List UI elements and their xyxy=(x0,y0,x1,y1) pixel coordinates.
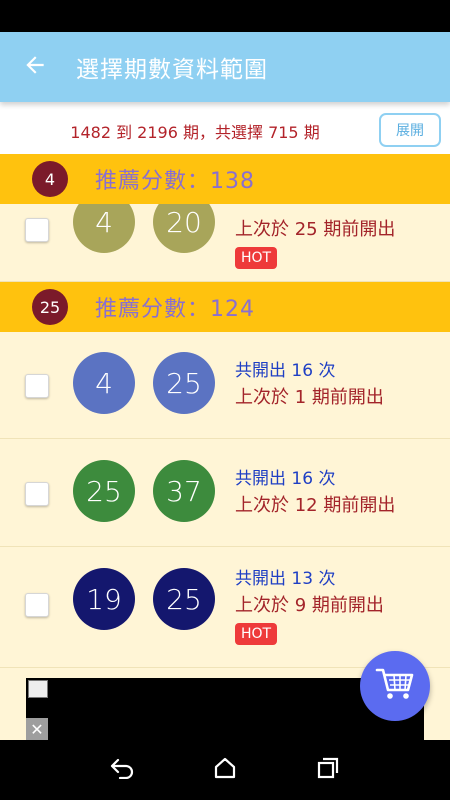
last-drawn-text: 上次於 1 期前開出 xyxy=(235,387,384,408)
number-ball: 4 xyxy=(73,352,135,414)
nav-recents-button[interactable] xyxy=(308,750,348,790)
total-drawn-text: 共開出 16 次 xyxy=(235,361,336,381)
last-drawn-text: 上次於 25 期前開出 xyxy=(235,219,396,240)
group-score: 推薦分數：138 xyxy=(95,169,255,194)
nav-home-icon xyxy=(213,757,237,783)
arrow-left-icon xyxy=(22,52,48,82)
last-drawn-text: 上次於 12 期前開出 xyxy=(235,495,396,516)
group-badge: 4 xyxy=(32,161,68,197)
draw-info: 上次於 25 期前開出 HOT xyxy=(235,216,395,269)
hot-badge: HOT xyxy=(235,247,278,269)
expand-button[interactable]: 展開 xyxy=(379,113,441,147)
list-item[interactable]: 19 25 共開出 13 次 上次於 9 期前開出 HOT xyxy=(0,548,450,668)
nav-home-button[interactable] xyxy=(205,750,245,790)
total-drawn-text: 共開出 16 次 xyxy=(235,469,336,489)
select-checkbox[interactable] xyxy=(25,593,49,617)
number-ball: 37 xyxy=(153,460,215,522)
group-badge: 25 xyxy=(32,289,68,325)
draw-info: 共開出 16 次 上次於 1 期前開出 xyxy=(235,358,384,412)
group-header: 25 推薦分數：124 xyxy=(0,282,450,332)
draw-info: 共開出 16 次 上次於 12 期前開出 xyxy=(235,466,395,520)
group-score: 推薦分數：124 xyxy=(95,297,255,322)
range-summary: 1482 到 2196 期，共選擇 715 期 xyxy=(70,123,320,142)
list-item[interactable]: 4 25 共開出 16 次 上次於 1 期前開出 xyxy=(0,332,450,439)
shopping-cart-icon xyxy=(375,666,415,706)
status-bar xyxy=(0,0,450,32)
number-ball: 25 xyxy=(153,352,215,414)
total-drawn-text: 共開出 13 次 xyxy=(235,569,336,589)
cart-button[interactable] xyxy=(360,651,430,721)
select-checkbox[interactable] xyxy=(25,218,49,242)
app-bar: 選擇期數資料範圍 xyxy=(0,32,450,102)
back-button[interactable] xyxy=(0,32,70,102)
number-ball: 25 xyxy=(73,460,135,522)
last-drawn-text: 上次於 9 期前開出 xyxy=(235,595,384,616)
ad-close-button[interactable]: ✕ xyxy=(26,718,48,740)
list-item[interactable]: 25 37 共開出 16 次 上次於 12 期前開出 xyxy=(0,440,450,547)
number-ball: 25 xyxy=(153,568,215,630)
nav-back-icon xyxy=(109,757,135,783)
range-bar: 1482 到 2196 期，共選擇 715 期 展開 xyxy=(0,102,450,154)
select-checkbox[interactable] xyxy=(25,482,49,506)
broken-image-icon xyxy=(28,680,48,698)
nav-back-button[interactable] xyxy=(102,750,142,790)
number-ball: 19 xyxy=(73,568,135,630)
group-header: 4 推薦分數：138 xyxy=(0,154,450,204)
nav-recents-icon xyxy=(316,756,340,784)
system-nav-bar xyxy=(0,740,450,800)
select-checkbox[interactable] xyxy=(25,374,49,398)
hot-badge: HOT xyxy=(235,623,278,645)
page-title: 選擇期數資料範圍 xyxy=(76,57,268,83)
draw-info: 共開出 13 次 上次於 9 期前開出 HOT xyxy=(235,566,384,645)
